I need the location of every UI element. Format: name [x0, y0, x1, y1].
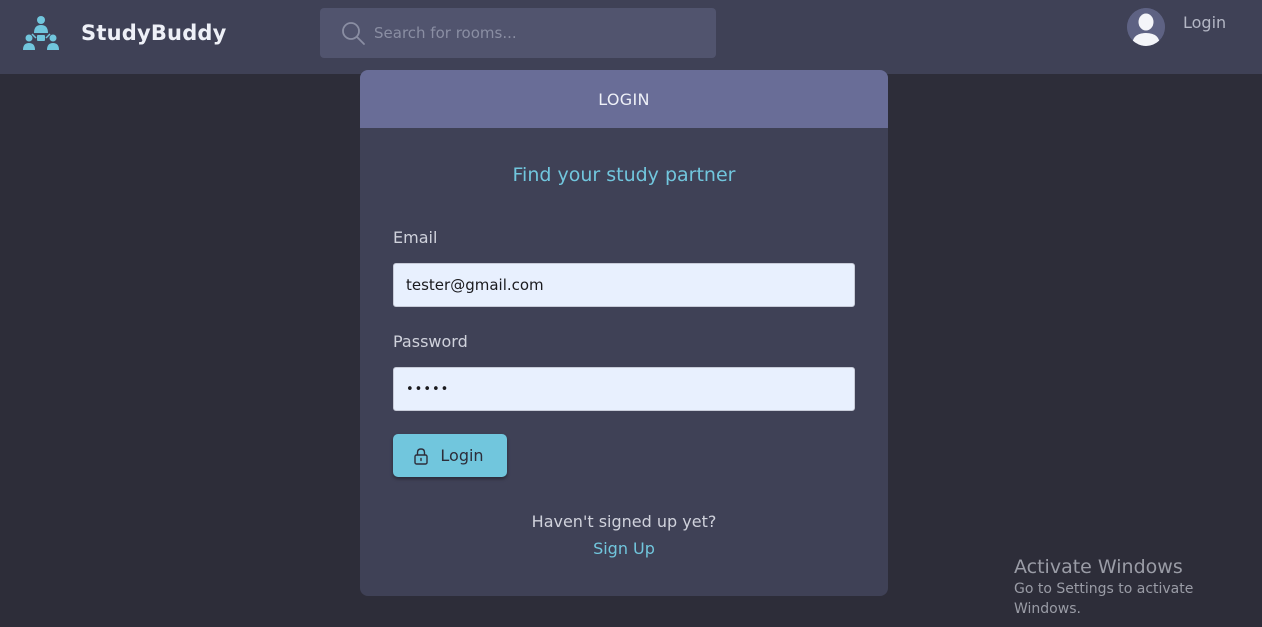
password-field[interactable]	[393, 367, 855, 411]
email-field[interactable]	[393, 263, 855, 307]
top-navbar: StudyBuddy Login	[0, 0, 1262, 74]
tagline: Find your study partner	[512, 164, 736, 186]
card-title: LOGIN	[360, 70, 888, 128]
search-icon	[342, 22, 365, 45]
password-label: Password	[393, 332, 468, 351]
watermark-title: Activate Windows	[1014, 556, 1183, 578]
watermark-subtitle: Go to Settings to activate Windows.	[1014, 581, 1194, 617]
avatar-icon[interactable]	[1127, 8, 1165, 46]
signup-link[interactable]: Sign Up	[360, 539, 888, 558]
logo-icon	[23, 16, 59, 50]
login-button[interactable]: Login	[393, 434, 507, 477]
brand-logo-link[interactable]: StudyBuddy	[22, 14, 227, 52]
email-label: Email	[393, 228, 438, 247]
search-input[interactable]	[374, 8, 704, 58]
login-button-label: Login	[440, 446, 484, 465]
search-bar	[320, 8, 716, 58]
signup-prompt: Haven't signed up yet?	[531, 512, 717, 531]
user-login-link[interactable]: Login	[1183, 13, 1226, 32]
login-card: LOGIN Find your study partner Email Pass…	[360, 70, 888, 596]
brand-name: StudyBuddy	[81, 21, 227, 45]
user-login-menu[interactable]: Login	[1127, 8, 1226, 46]
activate-windows-watermark: Activate Windows Go to Settings to activ…	[1014, 555, 1262, 619]
lock-icon	[414, 447, 429, 465]
